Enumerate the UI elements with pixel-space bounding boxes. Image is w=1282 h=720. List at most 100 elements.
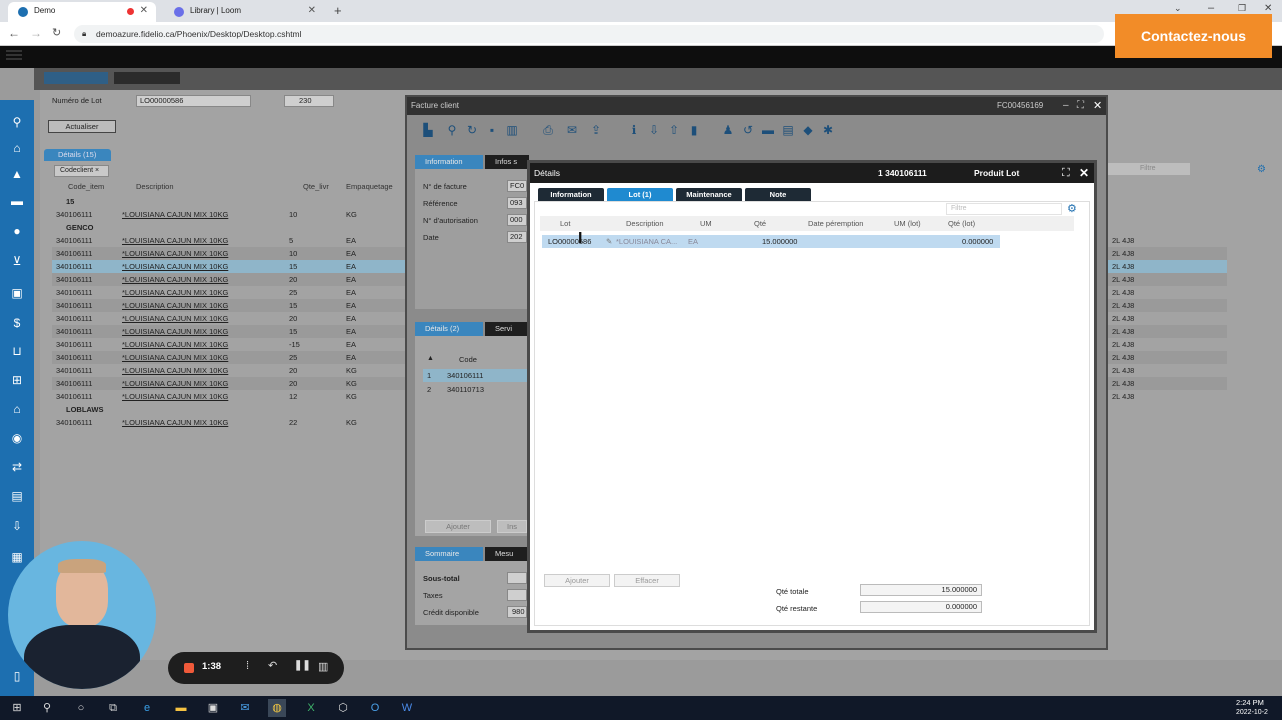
col-lot[interactable]: Lot [560, 216, 570, 231]
store-icon[interactable]: ▣ [204, 699, 222, 717]
description-cell[interactable]: *LOUISIANA CAJUN MIX 10KG [122, 325, 228, 338]
forward-icon[interactable]: → [30, 26, 42, 40]
tag-icon[interactable]: ◆ [801, 123, 815, 137]
minimize-icon[interactable]: – [1208, 2, 1214, 14]
download-icon[interactable]: ⇩ [647, 123, 661, 137]
description-cell[interactable]: *LOUISIANA CAJUN MIX 10KG [122, 247, 228, 260]
description-cell[interactable]: *LOUISIANA CAJUN MIX 10KG [122, 234, 228, 247]
minimize-icon[interactable]: – [1063, 97, 1069, 115]
invoice-icon[interactable]: $ [7, 313, 27, 333]
truck-check-icon[interactable]: ▤ [7, 486, 27, 506]
filter-chip[interactable]: Codeclient × [54, 165, 109, 177]
filter-input[interactable]: Filtre [1100, 163, 1190, 175]
users-icon[interactable]: ● [7, 221, 27, 241]
close-icon[interactable]: ✕ [140, 2, 148, 20]
line-row[interactable]: 1 340106111 [423, 369, 527, 382]
app-icon[interactable]: ⬡ [334, 699, 352, 717]
close-window-icon[interactable]: ✕ [1264, 3, 1272, 14]
tools-icon[interactable]: ✱ [821, 123, 835, 137]
chevron-down-icon[interactable]: ⌄ [1174, 3, 1182, 14]
home-icon[interactable]: ⌂ [7, 138, 27, 158]
webcam-bubble[interactable] [8, 541, 156, 689]
undo-icon[interactable]: ↺ [741, 123, 755, 137]
upload-icon[interactable]: ⇧ [667, 123, 681, 137]
edge-icon[interactable]: e [138, 699, 156, 717]
hierarchy-icon[interactable]: ⊞ [7, 370, 27, 390]
stats-icon[interactable]: ▮ [687, 123, 701, 137]
column-header[interactable]: Description [136, 180, 174, 193]
basket-icon[interactable]: ⊔ [7, 341, 27, 361]
refresh-icon[interactable]: ↻ [465, 123, 479, 137]
expand-icon[interactable]: ⛶ [1077, 97, 1084, 115]
refresh-button[interactable]: Actualiser [48, 120, 116, 133]
download-icon[interactable]: ⇩ [7, 516, 27, 536]
col-qty-lot[interactable]: Qté (lot) [948, 216, 975, 231]
description-cell[interactable]: *LOUISIANA CAJUN MIX 10KG [122, 416, 228, 429]
description-cell[interactable]: *LOUISIANA CAJUN MIX 10KG [122, 351, 228, 364]
settings-icon[interactable]: ⚙ [1067, 202, 1077, 215]
restore-icon[interactable]: ❐ [1238, 3, 1246, 14]
add-button[interactable]: Ajouter [544, 574, 610, 587]
col-expiry[interactable]: Date péremption [808, 216, 863, 231]
expand-icon[interactable]: ⛶ [1062, 163, 1070, 183]
search-icon[interactable]: ⚲ [38, 699, 56, 717]
sort-icon[interactable]: ▲ [427, 355, 434, 362]
description-cell[interactable]: *LOUISIANA CAJUN MIX 10KG [122, 364, 228, 377]
close-icon[interactable]: ✕ [308, 2, 316, 20]
chrome-icon[interactable]: ◍ [268, 699, 286, 717]
cortana-icon[interactable]: ○ [72, 699, 90, 717]
truck-icon[interactable]: ▬ [7, 191, 27, 211]
cart-icon[interactable]: ⊻ [7, 251, 27, 271]
word-icon[interactable]: W [398, 699, 416, 717]
col-qty[interactable]: Qté [754, 216, 766, 231]
grid-icon[interactable]: ▦ [7, 547, 27, 567]
lot-value[interactable]: LO00000586 [548, 235, 591, 248]
reference-field[interactable]: 093 [507, 197, 527, 209]
search-icon[interactable]: ⚲ [7, 112, 27, 132]
qty-field[interactable]: 230 [284, 95, 334, 107]
tab-module-1[interactable] [44, 72, 108, 84]
description-cell[interactable]: *LOUISIANA CAJUN MIX 10KG [122, 377, 228, 390]
authorization-field[interactable]: 000 [507, 214, 527, 226]
reload-icon[interactable]: ↻ [52, 26, 61, 39]
insert-line-button[interactable]: Ins [497, 520, 527, 533]
description-cell[interactable]: *LOUISIANA CAJUN MIX 10KG [122, 338, 228, 351]
back-icon[interactable]: ← [8, 26, 20, 40]
trash-icon[interactable]: ▥ [318, 660, 328, 673]
lot-field[interactable]: LO00000586 [136, 95, 251, 107]
description-cell[interactable]: *LOUISIANA CAJUN MIX 10KG [122, 299, 228, 312]
excel-icon[interactable]: X [302, 699, 320, 717]
contact-button[interactable]: Contactez-nous [1115, 14, 1272, 58]
info-icon[interactable]: ℹ [627, 123, 641, 137]
tab-information[interactable]: Information [538, 188, 604, 201]
tab-details[interactable]: Détails (15) [44, 149, 111, 161]
url-field[interactable]: 🔒︎ demoazure.fidelio.ca/Phoenix/Desktop/… [74, 25, 1104, 43]
cards-icon[interactable]: ▤ [781, 123, 795, 137]
pencil-icon[interactable]: ✎ [606, 235, 612, 248]
tab-information[interactable]: Information [415, 155, 483, 169]
stop-icon[interactable] [184, 663, 194, 673]
mail-icon[interactable]: ✉ [236, 699, 254, 717]
column-header[interactable]: Code_item [68, 180, 104, 193]
tab-services[interactable]: Servi [485, 322, 529, 336]
truck-icon[interactable]: ▬ [761, 123, 775, 137]
save-icon[interactable]: ▪ [485, 123, 499, 137]
folder-icon[interactable]: ▬ [172, 699, 190, 717]
close-icon[interactable]: ✕ [1093, 97, 1102, 115]
lot-row[interactable]: LO00000586 ✎ *LOUISIANA CA... EA 15.0000… [542, 235, 1000, 248]
filter-input[interactable]: Filtre [946, 203, 1062, 215]
add-line-button[interactable]: Ajouter [425, 520, 491, 533]
description-cell[interactable]: *LOUISIANA CAJUN MIX 10KG [122, 286, 228, 299]
pause-icon[interactable]: ❚❚ [294, 660, 311, 671]
settings-icon[interactable]: ⚙ [1257, 164, 1266, 175]
grid-icon[interactable]: ⁞ [246, 660, 249, 672]
close-icon[interactable]: ✕ [1079, 163, 1089, 183]
tab-details[interactable]: Détails (2) [415, 322, 483, 336]
print-icon[interactable]: ⎙ [541, 123, 555, 137]
tab-note[interactable]: Note [745, 188, 811, 201]
invoice-number-field[interactable]: FC0 [507, 180, 527, 192]
col-um[interactable]: UM [700, 216, 712, 231]
warehouse-icon[interactable]: ⌂ [7, 399, 27, 419]
export-icon[interactable]: ⇪ [589, 123, 603, 137]
tab-measures[interactable]: Mesu [485, 547, 529, 561]
